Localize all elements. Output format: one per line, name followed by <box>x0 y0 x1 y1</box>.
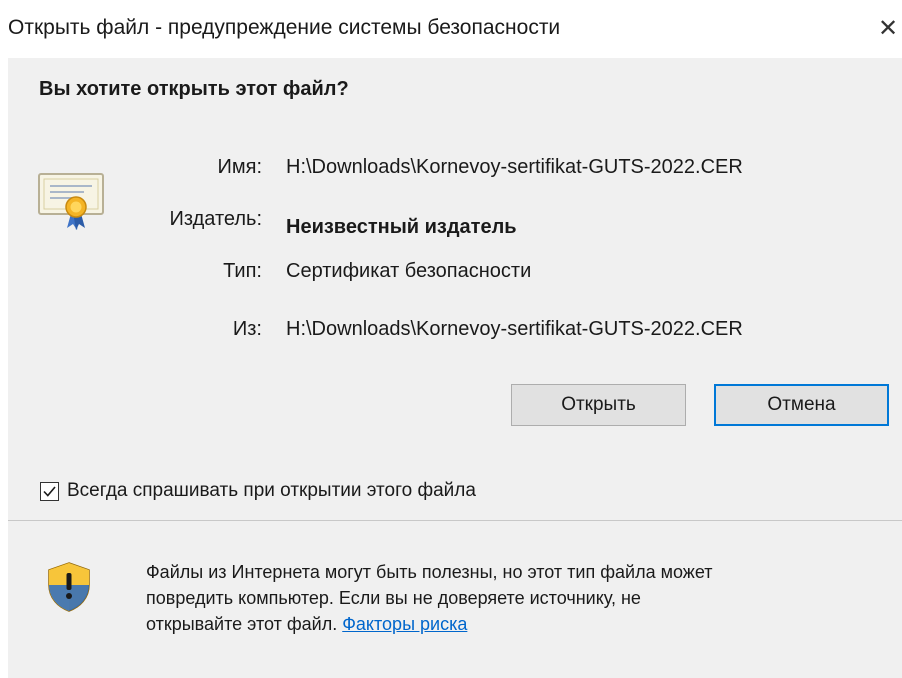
dialog-body: Вы хотите открыть этот файл? Имя: H:\Dow… <box>8 58 902 520</box>
risk-factors-link[interactable]: Факторы риска <box>342 614 467 634</box>
warning-line-3-text: открывайте этот файл. <box>146 614 343 634</box>
name-label: Имя: <box>217 156 262 178</box>
certificate-icon <box>38 173 104 230</box>
type-value: Сертификат безопасности <box>286 260 532 282</box>
always-ask-checkbox-row[interactable]: Всегда спрашивать при открытии этого фай… <box>40 478 476 504</box>
window-title: Открыть файл - предупреждение системы бе… <box>8 16 561 39</box>
cancel-button[interactable]: Отмена <box>714 384 889 426</box>
warning-line-3: открывайте этот файл. Факторы риска <box>146 611 902 637</box>
close-icon: ✕ <box>878 15 899 42</box>
name-value: H:\Downloads\Kornevoy-sertifikat-GUTS-20… <box>286 156 743 178</box>
always-ask-label[interactable]: Всегда спрашивать при открытии этого фай… <box>67 480 476 502</box>
open-button[interactable]: Открыть <box>511 384 686 426</box>
publisher-value: Неизвестный издатель <box>286 216 517 238</box>
warning-footer: Файлы из Интернета могут быть полезны, н… <box>8 521 902 678</box>
warning-line-2: повредить компьютер. Если вы не доверяет… <box>146 588 641 608</box>
warning-message: Файлы из Интернета могут быть полезны, н… <box>146 559 902 637</box>
checkmark-icon <box>43 485 56 497</box>
from-value: H:\Downloads\Kornevoy-sertifikat-GUTS-20… <box>286 318 743 340</box>
title-bar: Открыть файл - предупреждение системы бе… <box>0 0 902 58</box>
dialog-question: Вы хотите открыть этот файл? <box>39 78 349 100</box>
publisher-label: Издатель: <box>169 208 263 230</box>
type-label: Тип: <box>223 260 262 282</box>
warning-line-1: Файлы из Интернета могут быть полезны, н… <box>146 562 713 582</box>
from-label: Из: <box>232 318 262 340</box>
security-warning-dialog: Открыть файл - предупреждение системы бе… <box>0 0 902 678</box>
always-ask-checkbox[interactable] <box>40 481 59 501</box>
close-button[interactable]: ✕ <box>878 14 902 44</box>
security-shield-icon <box>48 562 90 612</box>
